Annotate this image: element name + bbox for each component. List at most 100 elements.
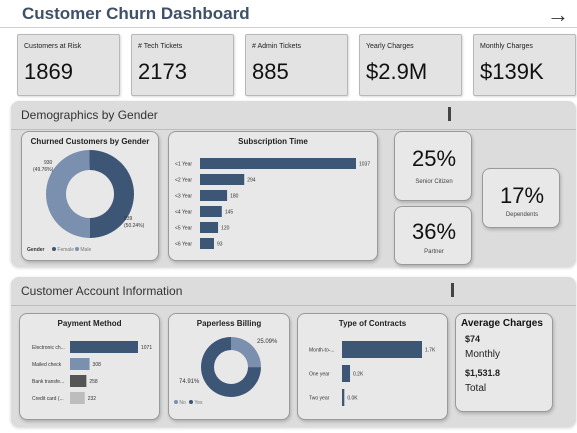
legend-label: Yes (194, 400, 203, 406)
kpi-value: $2.9M (366, 59, 428, 84)
bar[interactable] (200, 174, 245, 185)
bar-value-label: 0.0K (347, 396, 358, 402)
legend-title: Gender (27, 247, 45, 253)
bar-category-label: Credit card (... (32, 396, 64, 402)
legend-label: No (179, 400, 186, 406)
bar-value-label: 180 (230, 194, 239, 200)
bar-category-label: <4 Year (175, 210, 192, 216)
kpi-label: # Admin Tickets (252, 43, 302, 50)
dependents-value: 17% (499, 183, 545, 208)
bar-category-label: <1 Year (175, 162, 192, 168)
kpi-yearly-charges: Yearly Charges $2.9M (359, 34, 462, 96)
legend-item-female: Female (52, 247, 74, 253)
bar[interactable] (200, 190, 228, 201)
bar[interactable] (70, 375, 87, 387)
section-divider (11, 129, 576, 130)
bar-category-label: <2 Year (175, 178, 192, 184)
bar[interactable] (70, 341, 138, 353)
contracts-bar-chart: Month-to-... 1.7K One year 0.2K Two year 0.0K (309, 341, 436, 406)
male-count-label: 939 (124, 216, 133, 222)
female-pct-label: (49.76%) (33, 167, 54, 173)
female-count-label: 930 (44, 160, 53, 166)
bar-category-label: Electronic ch... (32, 345, 65, 351)
bar-value-label: 308 (93, 362, 102, 368)
payment-bar-chart: Electronic ch... 1071 Mailed check 308 Bank … (32, 341, 152, 404)
total-value: $1,531.8 (465, 368, 501, 378)
average-charges-title: Average Charges (461, 318, 543, 329)
kpi-value: $139K (480, 59, 544, 84)
kpi-label: Monthly Charges (480, 43, 533, 50)
legend-label: Male (80, 247, 92, 253)
legend-item-male: Male (75, 247, 91, 253)
partner-card: 36% Partner (394, 206, 472, 265)
donut-slice-female[interactable] (46, 150, 90, 238)
bar[interactable] (342, 389, 345, 406)
payment-method-card: Payment Method Electronic ch... 1071 Maile… (19, 313, 160, 420)
no-pct-label: 25.09% (257, 339, 278, 345)
kpi-value: 1869 (24, 59, 73, 84)
bar-value-label: 258 (89, 379, 98, 385)
kpi-value: 2173 (138, 59, 187, 84)
average-charges-card: Average Charges $74 Monthly $1,531.8 Tot… (455, 313, 553, 412)
bar[interactable] (200, 238, 214, 249)
kpi-admin-tickets: # Admin Tickets 885 (245, 34, 348, 96)
senior-citizen-card: 25% Senior Citizen (394, 131, 472, 201)
legend-item-no: No (174, 400, 186, 406)
bar[interactable] (342, 341, 422, 358)
bar-value-label: 1071 (141, 345, 152, 351)
senior-citizen-label: Senior Citizen (415, 179, 453, 185)
legend-item-yes: Yes (189, 400, 202, 406)
bar[interactable] (200, 158, 356, 169)
bar[interactable] (342, 365, 351, 382)
bar[interactable] (200, 222, 219, 233)
contracts-card: Type of Contracts Month-to-... 1.7K One ye… (297, 313, 448, 420)
header-divider (0, 27, 577, 28)
bar-category-label: Bank transfe... (32, 379, 64, 385)
paperless-donut-chart (201, 337, 261, 397)
yes-pct-label: 74.91% (179, 379, 200, 385)
subscription-card: Subscription Time <1 Year 1037 <2 Year 294 <… (168, 131, 378, 261)
bar-category-label: One year (309, 372, 330, 378)
section-title: Customer Account Information (21, 284, 183, 298)
bar[interactable] (70, 358, 90, 370)
legend-label: Female (57, 247, 75, 253)
section-divider (11, 305, 576, 306)
gender-card: Churned Customers by Gender 930 (49.76%)… (21, 131, 159, 261)
monthly-label: Monthly (465, 349, 501, 360)
subscription-bar-chart: <1 Year 1037 <2 Year 294 <3 Year 180 <4 Year 14… (175, 158, 370, 249)
bar-value-label: 0.2K (353, 372, 364, 378)
bar-value-label: 120 (221, 226, 230, 232)
monthly-value: $74 (465, 334, 481, 344)
bar-category-label: <5 Year (175, 226, 192, 232)
bar[interactable] (200, 206, 222, 217)
bar-value-label: 93 (217, 242, 223, 248)
kpi-label: Yearly Charges (366, 43, 414, 50)
bar-value-label: 1037 (359, 162, 370, 168)
male-pct-label: (50.24%) (124, 223, 145, 229)
total-label: Total (465, 383, 487, 394)
dependents-card: 17% Dependents (482, 168, 560, 228)
bar-value-label: 232 (88, 396, 97, 402)
paperless-billing-card: Paperless Billing 25.09% 74.91% No Yes (168, 313, 290, 420)
kpi-label: # Tech Tickets (138, 43, 183, 50)
partner-value: 36% (411, 219, 457, 244)
kpi-value: 885 (252, 59, 289, 84)
kpi-customers-at-risk: Customers at Risk 1869 (17, 34, 120, 96)
kpi-monthly-charges: Monthly Charges $139K (473, 34, 576, 96)
dependents-label: Dependents (505, 212, 539, 218)
section-title: Demographics by Gender (21, 108, 158, 122)
kpi-tech-tickets: # Tech Tickets 2173 (131, 34, 234, 96)
section-marker (448, 107, 451, 121)
bar[interactable] (70, 392, 85, 404)
bar-category-label: Two year (309, 396, 330, 402)
arrow-right-icon[interactable]: → (547, 2, 569, 28)
bar-value-label: 145 (225, 210, 234, 216)
section-marker (451, 283, 454, 297)
senior-citizen-value: 25% (411, 146, 457, 171)
kpi-label: Customers at Risk (24, 43, 82, 50)
bar-category-label: <6 Year (175, 242, 192, 248)
gender-donut-chart (46, 150, 135, 239)
bar-category-label: Month-to-... (309, 348, 335, 354)
bar-category-label: <3 Year (175, 194, 192, 200)
page-title: Customer Churn Dashboard (22, 4, 250, 23)
